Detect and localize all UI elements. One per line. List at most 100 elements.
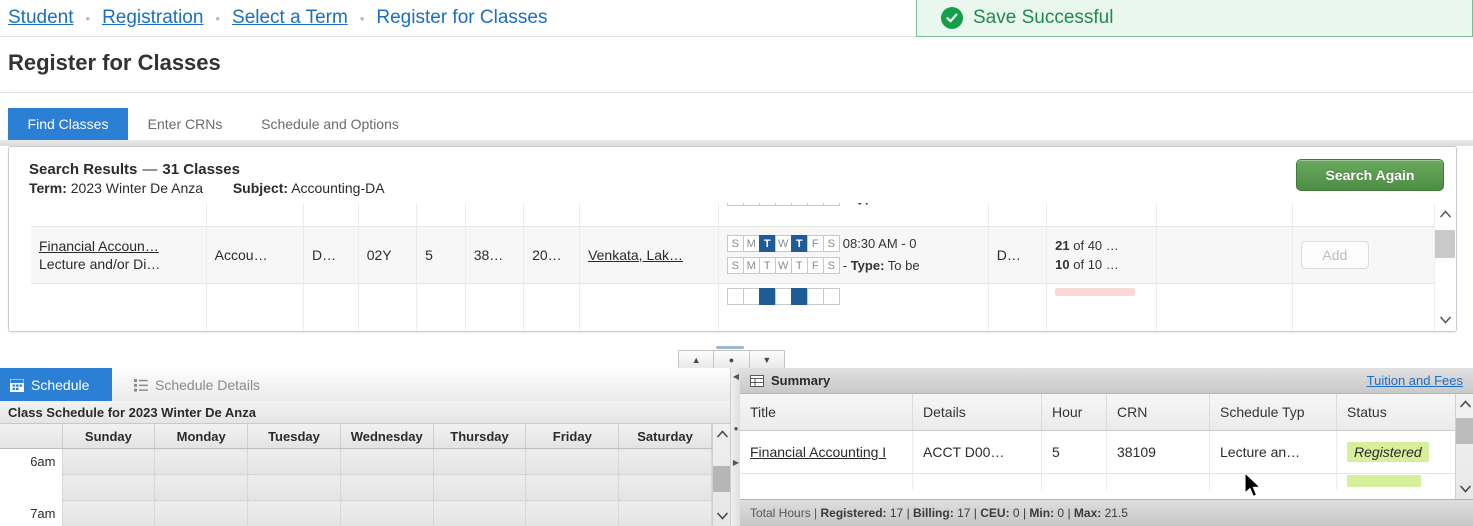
add-button[interactable]: Add [1300, 240, 1369, 269]
scrollbar-thumb[interactable] [1456, 418, 1473, 444]
calendar-cell[interactable] [247, 500, 341, 526]
footer-sep: | [973, 506, 977, 520]
scroll-up-icon[interactable] [1435, 203, 1455, 225]
calendar-cell[interactable] [618, 448, 712, 475]
column-status[interactable]: Status [1336, 394, 1455, 431]
column-hours[interactable]: Hour [1041, 394, 1107, 431]
column-crn[interactable]: CRN [1106, 394, 1210, 431]
subject-label: Subject: [232, 180, 289, 196]
scroll-down-icon[interactable] [1456, 479, 1473, 499]
scrollbar-thumb[interactable] [713, 466, 731, 492]
seats-available: 6 of … [1055, 203, 1147, 208]
calendar-row-7am: 7am [0, 500, 712, 526]
splitter-collapse-down-button[interactable]: ▼ [748, 350, 785, 370]
breadcrumb-item-select-a-term[interactable]: Select a Term [232, 7, 348, 29]
status-badge: Registered [1347, 442, 1429, 462]
calendar-cell[interactable] [62, 448, 156, 475]
breadcrumb-item-student[interactable]: Student [8, 7, 74, 29]
meeting-type-value: To be [884, 258, 920, 273]
calendar-cell[interactable] [618, 500, 712, 526]
tab-schedule[interactable]: Schedule [0, 368, 112, 401]
calendar-header-thursday: Thursday [433, 424, 527, 449]
calendar-cell[interactable] [618, 474, 712, 501]
day-s: S [726, 257, 744, 274]
scrollbar-thumb[interactable] [1435, 230, 1455, 258]
hour-label-blank [0, 474, 63, 501]
day-w: W [774, 235, 792, 252]
calendar-cell[interactable] [525, 474, 620, 501]
splitter-reset-button[interactable]: ● [713, 350, 750, 370]
tuition-and-fees-link[interactable]: Tuition and Fees [1367, 373, 1463, 388]
table-row[interactable]: Lecture and/or Di… S M T [31, 203, 1436, 227]
calendar-cell[interactable] [62, 474, 156, 501]
save-successful-banner: Save Successful [916, 0, 1473, 37]
day-selector-2: S M T W T F S [726, 257, 840, 274]
scroll-up-icon[interactable] [1456, 394, 1473, 414]
calendar-cell[interactable] [154, 448, 249, 475]
meeting-days-row: S M T W T F S - Type: To be [726, 203, 980, 209]
calendar-header-wednesday: Wednesday [340, 424, 434, 449]
cell-campus: D… [303, 226, 359, 284]
calendar-vertical-scrollbar[interactable] [712, 424, 731, 526]
calendar-cell[interactable] [433, 500, 527, 526]
calendar-cell[interactable] [433, 474, 527, 501]
calendar-cell[interactable] [433, 448, 527, 475]
calendar-cell[interactable] [340, 448, 434, 475]
min-label: Min: [1029, 506, 1055, 520]
ceu-value: 0 [1012, 506, 1020, 520]
summary-course-title-link[interactable]: Financial Accounting I [750, 444, 886, 460]
calendar-cell[interactable] [247, 448, 341, 475]
day-t1: T [758, 235, 776, 252]
results-vertical-scrollbar[interactable] [1434, 203, 1455, 331]
total-hours-label: Total Hours | [750, 506, 818, 520]
tab-schedule-details[interactable]: Schedule Details [124, 368, 304, 401]
summary-table-viewport: Title Details Hour CRN Schedule Typ Stat… [740, 394, 1456, 499]
column-details[interactable]: Details [912, 394, 1042, 431]
check-circle-icon [941, 7, 963, 29]
splitter-grip[interactable] [716, 346, 744, 349]
calendar-cell[interactable] [154, 474, 249, 501]
course-subtitle: Lecture and/or Di… [39, 203, 160, 206]
scroll-down-icon[interactable] [1435, 309, 1455, 331]
day-f: F [806, 203, 824, 207]
column-title[interactable]: Title [740, 394, 913, 431]
calendar-row-6am-half [0, 474, 712, 501]
instructor-link[interactable]: Venkata, Lak… [588, 247, 683, 263]
table-row[interactable]: Financial Accoun… Lecture and/or Di… Acc… [31, 226, 1436, 284]
day-t2: T [790, 235, 808, 252]
calendar-cell[interactable] [525, 500, 620, 526]
scroll-up-icon[interactable] [713, 424, 731, 444]
tab-schedule-and-options[interactable]: Schedule and Options [250, 108, 410, 140]
course-title-link[interactable]: Financial Accoun… [39, 238, 159, 254]
tab-enter-crns[interactable]: Enter CRNs [140, 108, 230, 140]
summary-hours: 5 [1041, 430, 1107, 474]
table-row-partial[interactable] [740, 473, 1455, 490]
calendar-cell[interactable] [525, 448, 620, 475]
breadcrumb-item-registration[interactable]: Registration [102, 7, 203, 29]
meeting-type-label: Type: [851, 203, 885, 205]
breadcrumb: Student • Registration • Select a Term •… [0, 0, 910, 36]
calendar-cell[interactable] [247, 474, 341, 501]
calendar-cell[interactable] [62, 500, 156, 526]
meeting-type-value: To be [884, 203, 920, 205]
calendar-cell[interactable] [340, 474, 434, 501]
ceu-label: CEU: [980, 506, 1010, 520]
calendar-header-tuesday: Tuesday [247, 424, 341, 449]
search-again-button[interactable]: Search Again [1296, 159, 1444, 191]
registered-value: 17 [889, 506, 904, 520]
day-selector-next [726, 288, 840, 306]
splitter-collapse-up-button[interactable]: ▲ [678, 350, 715, 370]
scroll-down-icon[interactable] [713, 506, 731, 526]
tab-find-classes[interactable]: Find Classes [8, 108, 128, 140]
summary-vertical-scrollbar[interactable] [1455, 394, 1473, 499]
calendar-cell[interactable] [154, 500, 249, 526]
banner-text: Save Successful [973, 7, 1114, 28]
column-schedule-type[interactable]: Schedule Typ [1209, 394, 1337, 431]
search-results-table: Lecture and/or Di… S M T [31, 203, 1436, 331]
table-row[interactable] [31, 283, 1436, 331]
max-label: Max: [1073, 506, 1102, 520]
summary-table: Title Details Hour CRN Schedule Typ Stat… [740, 394, 1455, 490]
day-t2 [790, 288, 808, 306]
calendar-cell[interactable] [340, 500, 434, 526]
table-row[interactable]: Financial Accounting I ACCT D00… 5 38109… [740, 430, 1455, 474]
